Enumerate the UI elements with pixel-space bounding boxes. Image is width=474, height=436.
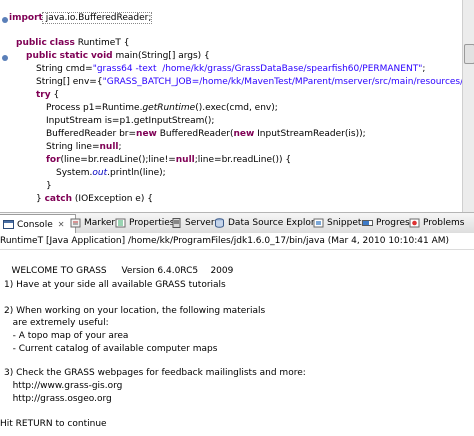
markers-icon [70, 218, 81, 228]
console-line: http://grass.osgeo.org [4, 394, 112, 404]
tab-label: Data Source Explorer [228, 218, 324, 228]
console-output[interactable]: WELCOME TO GRASS Version 6.4.0RC5 2009 1… [0, 250, 474, 436]
code-line-try: try { [36, 90, 60, 100]
console-icon [3, 219, 14, 229]
code-line-close: } [46, 181, 52, 191]
code-line-main: public static void main(String[] args) { [26, 51, 210, 61]
properties-icon [115, 218, 126, 228]
tab-label: Properties [129, 218, 175, 228]
console-line: - Current catalog of available computer … [4, 344, 218, 354]
snippets-icon [313, 218, 324, 228]
tab-console[interactable]: Console ✕ [0, 214, 76, 234]
tab-label: Console [17, 219, 53, 230]
code-line-import: import java.io.BufferedReader; [9, 12, 153, 24]
fold-marker-icon[interactable] [2, 17, 8, 23]
code-editor[interactable]: import java.io.BufferedReader; public cl… [0, 0, 474, 212]
code-line-catch: } catch (IOException e) { [36, 194, 153, 204]
code-line-inputstream: InputStream is=p1.getInputStream(); [46, 116, 215, 126]
code-line-println: System.out.println(line); [56, 168, 166, 178]
database-icon [215, 218, 224, 228]
tab-problems[interactable]: Problems [409, 214, 464, 232]
console-line: 3) Check the GRASS webpages for feedback… [4, 368, 306, 378]
tab-snippets[interactable]: Snippets [313, 214, 366, 232]
tab-data-source-explorer[interactable]: Data Source Explorer [214, 214, 324, 232]
close-icon[interactable]: ✕ [58, 220, 65, 229]
tab-markers[interactable]: Markers [70, 214, 120, 232]
tab-label: Problems [423, 218, 465, 228]
console-line: - A topo map of your area [4, 331, 129, 341]
fold-marker-icon[interactable] [2, 55, 8, 61]
code-line-exec: Process p1=Runtime.getRuntime().exec(cmd… [46, 103, 278, 113]
code-line-for: for(line=br.readLine();line!=null;line=b… [46, 155, 292, 165]
tab-servers[interactable]: Servers [171, 214, 219, 232]
console-line: Hit RETURN to continue [0, 419, 107, 429]
code-line-env: String[] env={"GRASS_BATCH_JOB=/home/kk/… [36, 77, 474, 87]
servers-icon [172, 218, 181, 228]
console-launch-description: RuntimeT [Java Application] /home/kk/Pro… [0, 233, 474, 250]
console-line: 1) Have at your side all available GRASS… [4, 280, 226, 290]
editor-gutter [0, 0, 6, 212]
code-line-class: public class RuntimeT { [16, 38, 130, 48]
code-line-bufferedreader: BufferedReader br=new BufferedReader(new… [46, 129, 366, 139]
editor-vertical-scrollbar[interactable] [462, 0, 474, 212]
console-line: 2) When working on your location, the fo… [4, 306, 266, 316]
tab-label: Snippets [327, 218, 367, 228]
console-line: http://www.grass-gis.org [4, 381, 123, 391]
tab-progress[interactable]: Progress [362, 214, 414, 232]
tab-properties[interactable]: Properties [115, 214, 174, 232]
code-line-string-line: String line=null; [46, 142, 122, 152]
problems-icon [409, 218, 420, 228]
console-line: are extremely useful: [4, 318, 109, 328]
progress-icon [362, 220, 373, 226]
scrollbar-thumb[interactable] [464, 44, 474, 64]
view-tab-bar: Console ✕ Markers Properties Servers Dat… [0, 212, 474, 234]
code-line-cmd: String cmd="grass64 -text /home/kk/grass… [36, 64, 426, 74]
